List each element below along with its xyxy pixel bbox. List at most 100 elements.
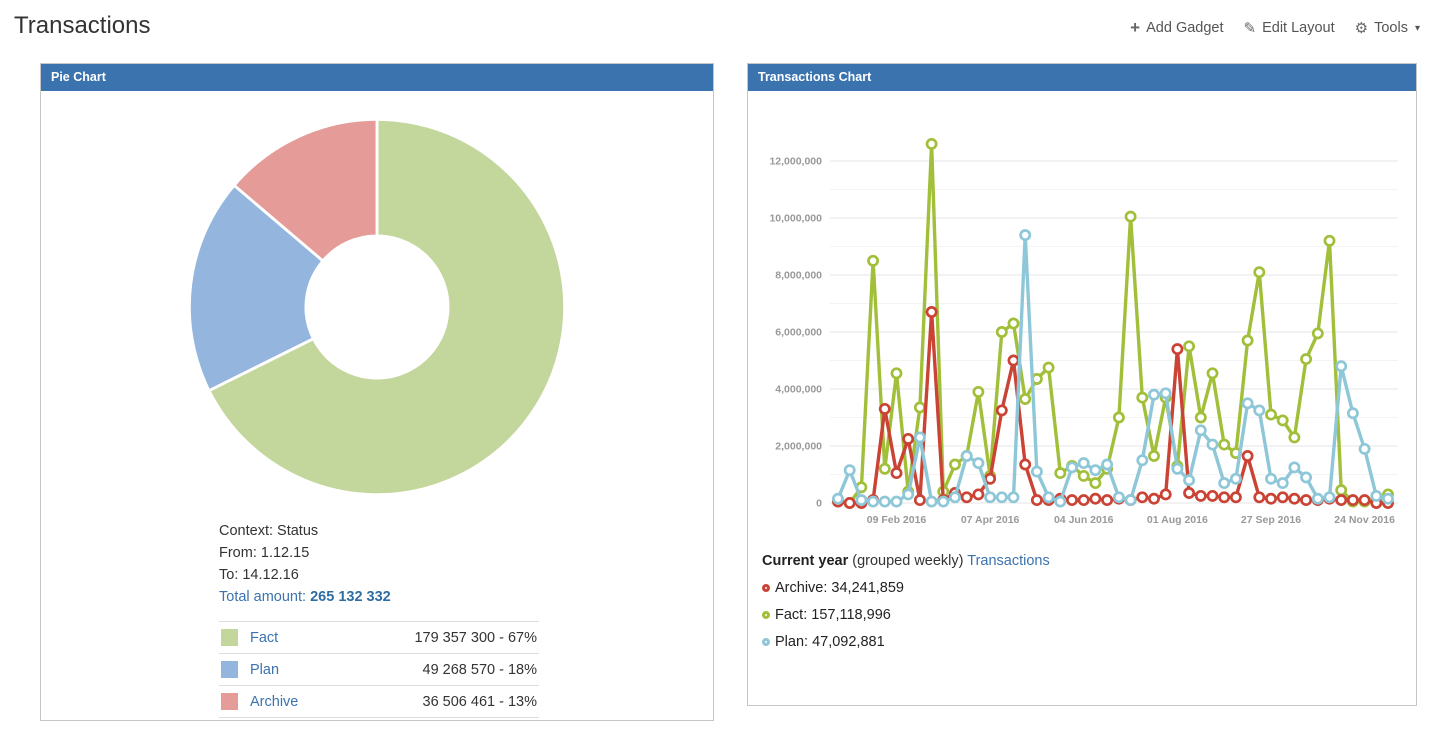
data-point-archive[interactable] [1173,345,1182,354]
data-point-plan[interactable] [1313,494,1322,503]
tools-menu-button[interactable]: ⚙ Tools ▾ [1355,19,1420,37]
data-point-plan[interactable] [986,493,995,502]
data-point-archive[interactable] [915,496,924,505]
data-point-archive[interactable] [1185,488,1194,497]
data-point-fact[interactable] [1302,355,1311,364]
data-point-fact[interactable] [927,139,936,148]
data-point-plan[interactable] [1021,231,1030,240]
data-point-plan[interactable] [962,451,971,460]
data-point-plan[interactable] [1161,389,1170,398]
data-point-archive[interactable] [1149,494,1158,503]
data-point-plan[interactable] [1302,473,1311,482]
pie-legend-label[interactable]: Fact [250,630,414,646]
data-point-archive[interactable] [1032,496,1041,505]
data-point-fact[interactable] [1220,440,1229,449]
data-point-plan[interactable] [939,497,948,506]
data-point-fact[interactable] [1021,394,1030,403]
tx-transactions-link[interactable]: Transactions [967,553,1049,569]
data-point-plan[interactable] [1196,426,1205,435]
data-point-archive[interactable] [1196,491,1205,500]
data-point-plan[interactable] [857,496,866,505]
data-point-archive[interactable] [1266,494,1275,503]
data-point-archive[interactable] [1337,496,1346,505]
data-point-plan[interactable] [1337,362,1346,371]
data-point-plan[interactable] [1278,479,1287,488]
data-point-plan[interactable] [1032,467,1041,476]
data-point-archive[interactable] [1138,493,1147,502]
data-point-plan[interactable] [1372,491,1381,500]
data-point-archive[interactable] [962,493,971,502]
data-point-archive[interactable] [927,307,936,316]
data-point-plan[interactable] [1103,460,1112,469]
data-point-fact[interactable] [880,464,889,473]
data-point-archive[interactable] [1290,494,1299,503]
data-point-plan[interactable] [1325,493,1334,502]
data-point-archive[interactable] [986,474,995,483]
data-point-plan[interactable] [915,433,924,442]
data-point-fact[interactable] [892,369,901,378]
edit-layout-button[interactable]: ✎ Edit Layout [1244,19,1335,37]
data-point-fact[interactable] [1278,416,1287,425]
data-point-plan[interactable] [1044,493,1053,502]
data-point-plan[interactable] [1220,479,1229,488]
data-point-fact[interactable] [1091,479,1100,488]
data-point-plan[interactable] [892,497,901,506]
data-point-fact[interactable] [1255,268,1264,277]
data-point-fact[interactable] [1138,393,1147,402]
data-point-plan[interactable] [1360,444,1369,453]
data-point-plan[interactable] [1173,464,1182,473]
pie-legend-label[interactable]: Archive [250,694,423,710]
transactions-line-chart[interactable]: 02,000,0004,000,0006,000,0008,000,00010,… [754,103,1406,551]
data-point-archive[interactable] [904,434,913,443]
data-point-fact[interactable] [1185,342,1194,351]
data-point-archive[interactable] [1243,451,1252,460]
data-point-plan[interactable] [927,497,936,506]
data-point-fact[interactable] [869,256,878,265]
data-point-plan[interactable] [1114,493,1123,502]
data-point-fact[interactable] [1056,469,1065,478]
data-point-fact[interactable] [1009,319,1018,328]
data-point-plan[interactable] [997,493,1006,502]
data-point-plan[interactable] [1056,497,1065,506]
data-point-fact[interactable] [1290,433,1299,442]
data-point-archive[interactable] [1079,496,1088,505]
data-point-archive[interactable] [845,498,854,507]
data-point-archive[interactable] [1278,493,1287,502]
data-point-archive[interactable] [892,469,901,478]
data-point-archive[interactable] [1231,493,1240,502]
data-point-archive[interactable] [880,404,889,413]
data-point-fact[interactable] [1337,486,1346,495]
tx-gadget-header[interactable]: Transactions Chart [748,64,1416,91]
data-point-plan[interactable] [1243,399,1252,408]
data-point-fact[interactable] [974,387,983,396]
data-point-fact[interactable] [1114,413,1123,422]
data-point-fact[interactable] [1208,369,1217,378]
data-point-plan[interactable] [869,497,878,506]
pie-gadget-header[interactable]: Pie Chart [41,64,713,91]
data-point-plan[interactable] [1266,474,1275,483]
data-point-fact[interactable] [1313,329,1322,338]
data-point-plan[interactable] [1290,463,1299,472]
data-point-plan[interactable] [904,490,913,499]
data-point-plan[interactable] [1348,409,1357,418]
data-point-plan[interactable] [1185,476,1194,485]
data-point-plan[interactable] [950,493,959,502]
data-point-archive[interactable] [1208,491,1217,500]
data-point-plan[interactable] [1208,440,1217,449]
data-point-plan[interactable] [1383,494,1392,503]
data-point-archive[interactable] [1255,493,1264,502]
data-point-fact[interactable] [1044,363,1053,372]
add-gadget-button[interactable]: + Add Gadget [1130,18,1223,38]
data-point-archive[interactable] [1103,496,1112,505]
data-point-archive[interactable] [1348,496,1357,505]
data-point-plan[interactable] [1138,456,1147,465]
data-point-archive[interactable] [1302,496,1311,505]
data-point-plan[interactable] [1079,459,1088,468]
pie-legend-label[interactable]: Plan [250,662,423,678]
data-point-plan[interactable] [833,494,842,503]
data-point-plan[interactable] [1091,466,1100,475]
pie-donut-chart[interactable] [178,108,576,506]
data-point-plan[interactable] [1231,474,1240,483]
data-point-plan[interactable] [1149,390,1158,399]
data-point-fact[interactable] [1243,336,1252,345]
